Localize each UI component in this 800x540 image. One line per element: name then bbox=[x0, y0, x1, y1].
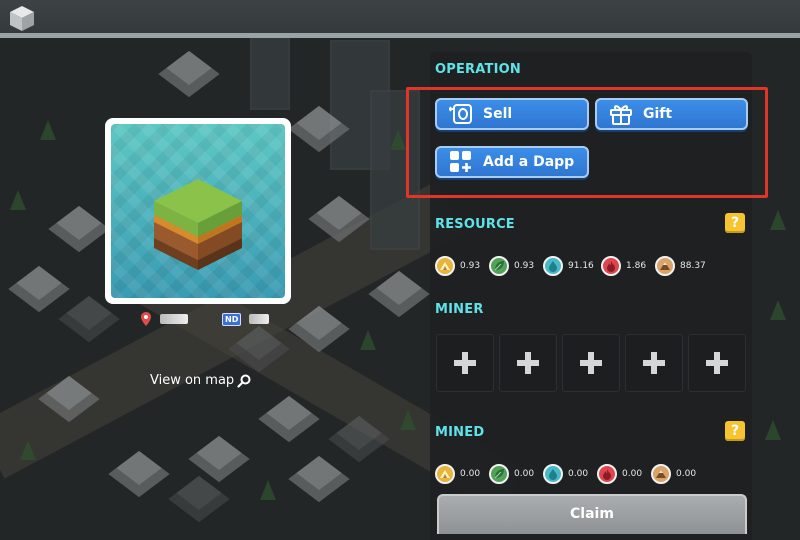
magnifier-icon bbox=[237, 374, 251, 388]
nd-icon: ND bbox=[222, 312, 242, 326]
location-pin-icon bbox=[141, 312, 151, 326]
plus-icon bbox=[517, 352, 539, 374]
miner-slot[interactable] bbox=[436, 334, 494, 392]
miner-title: MINER bbox=[435, 302, 484, 317]
fire-icon bbox=[597, 464, 617, 484]
resource-row: 0.93 0.93 91.16 1.86 88.37 bbox=[435, 256, 715, 276]
land-preview-card bbox=[105, 118, 291, 304]
leaf-icon bbox=[489, 256, 509, 276]
resource-value: 0.93 bbox=[514, 261, 535, 271]
land-block-icon bbox=[154, 179, 242, 270]
land-coordinates-redacted bbox=[160, 314, 188, 324]
leaf-icon bbox=[489, 464, 509, 484]
plus-icon bbox=[706, 352, 728, 374]
gold-mountain-icon bbox=[435, 464, 455, 484]
cube-logo-icon[interactable] bbox=[8, 4, 36, 32]
resource-item: 88.37 bbox=[655, 256, 715, 276]
operation-title: OPERATION bbox=[435, 62, 521, 77]
plus-icon bbox=[454, 352, 476, 374]
water-drop-icon bbox=[543, 464, 563, 484]
land-owner-redacted bbox=[249, 314, 270, 324]
resource-help-icon[interactable]: ? bbox=[725, 213, 745, 233]
resource-item: 91.16 bbox=[543, 256, 601, 276]
operation-highlight-box bbox=[406, 87, 768, 198]
mined-item: 0.00 bbox=[543, 464, 597, 484]
soil-mountain-icon bbox=[651, 464, 671, 484]
mined-item: 0.00 bbox=[435, 464, 489, 484]
resource-title: RESOURCE bbox=[435, 217, 515, 232]
top-bar bbox=[0, 0, 800, 36]
resource-value: 91.16 bbox=[568, 261, 594, 271]
soil-mountain-icon bbox=[655, 256, 675, 276]
miner-slot[interactable] bbox=[499, 334, 557, 392]
plus-icon bbox=[580, 352, 602, 374]
miner-slot[interactable] bbox=[688, 334, 746, 392]
mined-item: 0.00 bbox=[597, 464, 651, 484]
land-meta: ND bbox=[140, 312, 270, 326]
plus-icon bbox=[643, 352, 665, 374]
resource-value: 88.37 bbox=[680, 261, 706, 271]
mined-item: 0.00 bbox=[651, 464, 711, 484]
resource-value: 1.86 bbox=[626, 261, 647, 271]
mined-row: 0.00 0.00 0.00 0.00 0.00 bbox=[435, 464, 711, 484]
view-on-map-link[interactable]: View on map bbox=[150, 373, 251, 388]
mined-value: 0.00 bbox=[568, 469, 589, 479]
land-tile-image bbox=[111, 124, 285, 298]
water-drop-icon bbox=[543, 256, 563, 276]
resource-value: 0.93 bbox=[460, 261, 481, 271]
resource-item: 0.93 bbox=[489, 256, 543, 276]
mined-value: 0.00 bbox=[514, 469, 535, 479]
resource-item: 1.86 bbox=[601, 256, 655, 276]
fire-icon bbox=[601, 256, 621, 276]
mined-help-icon[interactable]: ? bbox=[725, 421, 745, 441]
gold-mountain-icon bbox=[435, 256, 455, 276]
top-divider bbox=[0, 33, 800, 38]
mined-value: 0.00 bbox=[460, 469, 481, 479]
miner-slot[interactable] bbox=[625, 334, 683, 392]
miner-slot[interactable] bbox=[562, 334, 620, 392]
mined-item: 0.00 bbox=[489, 464, 543, 484]
view-on-map-label: View on map bbox=[150, 373, 235, 388]
claim-button[interactable]: Claim bbox=[437, 494, 747, 534]
mined-title: MINED bbox=[435, 425, 485, 440]
mined-value: 0.00 bbox=[622, 469, 643, 479]
mined-value: 0.00 bbox=[676, 469, 697, 479]
resource-item: 0.93 bbox=[435, 256, 489, 276]
